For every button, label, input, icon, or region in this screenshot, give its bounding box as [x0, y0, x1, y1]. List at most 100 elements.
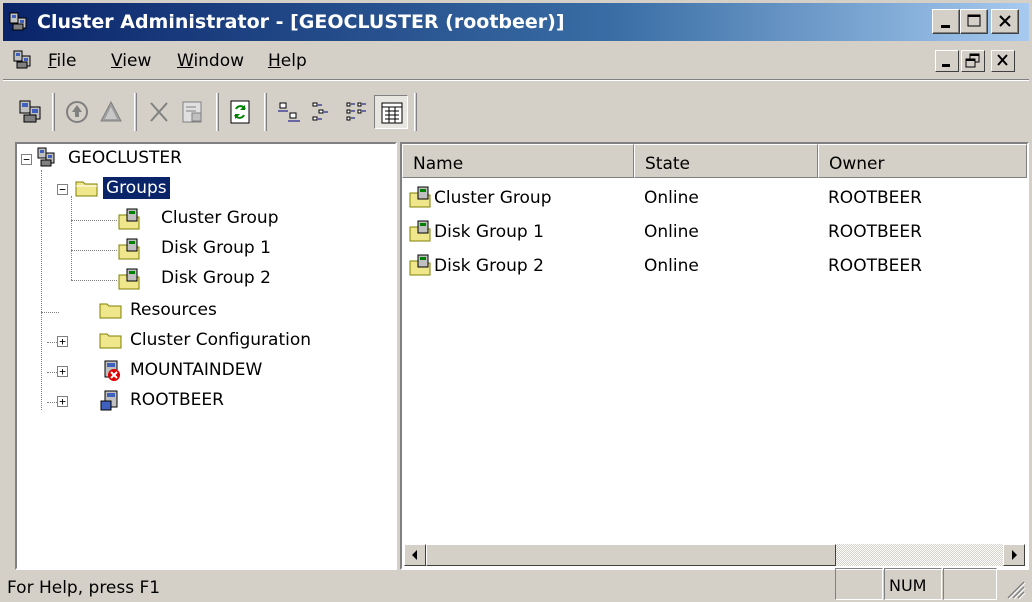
column-header-owner[interactable]: Owner [818, 144, 1027, 178]
bring-online-button[interactable] [60, 95, 94, 129]
delete-icon [150, 102, 168, 122]
properties-button[interactable] [176, 95, 210, 129]
tree-connector [71, 280, 117, 282]
row-owner: ROOTBEER [828, 256, 922, 276]
folder-open-icon [75, 181, 98, 197]
close-button[interactable] [991, 9, 1019, 34]
horizontal-scrollbar[interactable] [404, 544, 1025, 566]
status-panel-scroll [943, 568, 997, 600]
folder-icon [99, 303, 122, 319]
row-state: Online [644, 222, 699, 242]
mdi-restore-button[interactable] [961, 50, 985, 72]
toolbar-divider [216, 93, 219, 131]
toolbar-divider [134, 93, 137, 131]
menu-view-rest: iew [122, 51, 152, 71]
details-view-icon [381, 102, 403, 124]
expand-cluster-configuration-toggle[interactable]: + [57, 336, 68, 347]
window-title: Cluster Administrator - [GEOCLUSTER (roo… [37, 11, 565, 33]
title-bar[interactable]: Cluster Administrator - [GEOCLUSTER (roo… [3, 3, 1029, 41]
list-row[interactable]: Disk Group 1 Online ROOTBEER [402, 216, 1022, 248]
refresh-icon [230, 100, 250, 124]
take-offline-icon [100, 100, 122, 122]
scrollbar-track[interactable] [836, 544, 1003, 566]
column-header-name[interactable]: Name [402, 144, 634, 178]
tree-connector [41, 170, 43, 410]
cluster-app-icon[interactable] [9, 12, 31, 37]
tree-node-groups-label: Groups [103, 177, 170, 199]
node-online-icon [100, 390, 118, 411]
tree-connector [41, 312, 59, 314]
list-view-icon [346, 102, 366, 121]
resource-group-icon [409, 254, 431, 276]
scrollbar-thumb[interactable] [426, 544, 836, 566]
scroll-right-button[interactable] [1003, 544, 1025, 566]
status-panel-num: NUM [884, 568, 942, 600]
toolbar [10, 85, 530, 137]
toolbar-divider [264, 93, 267, 131]
list-view-button[interactable] [340, 95, 374, 129]
tree-node-mountaindew-label: MOUNTAINDEW [130, 360, 263, 380]
refresh-button[interactable] [224, 95, 258, 129]
tree-node-cluster-group-label: Cluster Group [161, 208, 279, 228]
take-offline-button[interactable] [94, 95, 128, 129]
document-system-menu-icon[interactable] [13, 50, 35, 75]
expand-rootbeer-toggle[interactable]: + [57, 396, 68, 407]
toolbar-separator [3, 79, 1029, 81]
node-offline-icon [104, 360, 120, 381]
cluster-administrator-window: Cluster Administrator - [GEOCLUSTER (roo… [0, 0, 1032, 602]
tree-node-cluster-configuration-label: Cluster Configuration [130, 330, 312, 350]
large-icons-button[interactable] [272, 95, 306, 129]
tree-connector [71, 196, 73, 280]
open-connection-button[interactable] [14, 95, 48, 129]
menu-bar: File View Window Help [3, 44, 1029, 78]
resource-group-icon [409, 186, 431, 208]
row-state: Online [644, 256, 699, 276]
menu-help-rest: elp [280, 51, 307, 71]
menu-window[interactable]: Window [177, 51, 244, 71]
status-panel-empty [835, 568, 883, 600]
arrow-left-icon [412, 550, 417, 560]
menu-file-rest: ile [56, 51, 77, 71]
row-state: Online [644, 188, 699, 208]
tree-node-resources-label: Resources [130, 300, 217, 320]
small-icons-icon [312, 102, 328, 121]
maximize-button[interactable] [960, 9, 988, 34]
delete-button[interactable] [142, 95, 176, 129]
resize-grip-icon[interactable] [1004, 578, 1026, 600]
tree-connector [71, 250, 117, 252]
tree-node-disk-group-2-label: Disk Group 2 [161, 268, 271, 288]
bring-online-icon [66, 101, 88, 123]
expand-mountaindew-toggle[interactable]: + [57, 366, 68, 377]
details-list-pane[interactable]: Name State Owner Cluster Group Online RO… [400, 142, 1029, 570]
tree-pane[interactable]: − GEOCLUSTER − Groups Cluster Group Disk… [15, 142, 397, 570]
minimize-button[interactable] [932, 9, 960, 34]
mdi-minimize-button[interactable] [935, 50, 959, 72]
tree-connector [71, 220, 117, 222]
menu-view[interactable]: View [111, 51, 151, 71]
menu-window-mnemonic: W [177, 51, 194, 71]
list-row[interactable]: Cluster Group Online ROOTBEER [402, 182, 1022, 214]
row-owner: ROOTBEER [828, 222, 922, 242]
collapse-root-toggle[interactable]: − [21, 154, 32, 165]
resource-group-icon [118, 268, 140, 290]
small-icons-button[interactable] [306, 95, 340, 129]
row-name: Disk Group 2 [434, 256, 544, 276]
large-icons-icon [278, 102, 300, 122]
menu-view-mnemonic: V [111, 51, 123, 71]
status-bar: For Help, press F1 NUM [3, 568, 1029, 600]
resource-group-icon [118, 208, 140, 230]
list-row[interactable]: Disk Group 2 Online ROOTBEER [402, 250, 1022, 282]
menu-help[interactable]: Help [268, 51, 307, 71]
row-name: Cluster Group [434, 188, 552, 208]
column-header-state[interactable]: State [634, 144, 818, 178]
properties-icon [182, 101, 202, 123]
menu-file[interactable]: File [48, 51, 76, 71]
tree-node-disk-group-1-label: Disk Group 1 [161, 238, 271, 258]
collapse-groups-toggle[interactable]: − [57, 184, 68, 195]
mdi-close-button[interactable] [991, 50, 1015, 72]
menu-help-mnemonic: H [268, 51, 281, 71]
menu-file-mnemonic: F [48, 51, 57, 71]
details-view-button[interactable] [374, 95, 408, 129]
open-connection-icon [19, 100, 41, 123]
scroll-left-button[interactable] [404, 544, 426, 566]
